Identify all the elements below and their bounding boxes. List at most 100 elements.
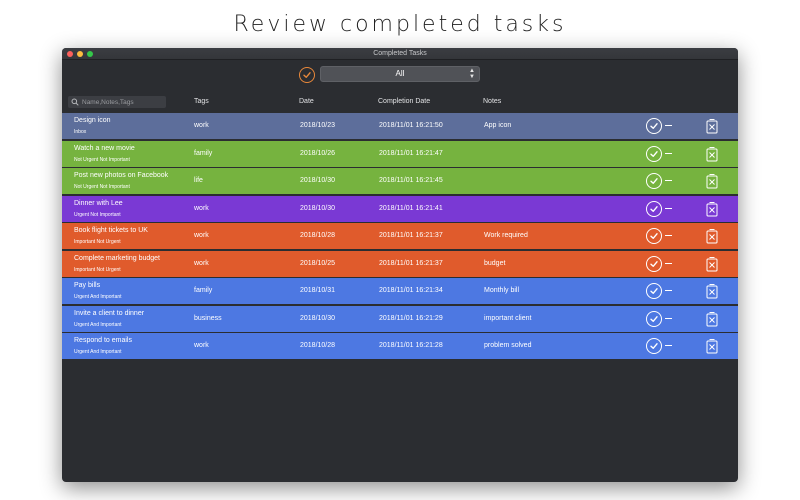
trash-delete-icon[interactable] — [706, 228, 718, 244]
task-date: 2018/10/31 — [300, 287, 336, 294]
window-title: Completed Tasks — [373, 50, 427, 57]
task-notes: important client — [484, 314, 532, 322]
task-priority: Important Not Urgent — [74, 239, 121, 245]
dash-icon — [665, 317, 672, 319]
trash-delete-icon[interactable] — [706, 173, 718, 189]
dash-icon — [665, 152, 672, 154]
checkmark-circle-icon[interactable] — [646, 118, 662, 134]
task-completion-date: 2018/11/01 16:21:45 — [379, 177, 443, 184]
task-date: 2018/10/28 — [300, 232, 336, 239]
task-tags: work — [194, 259, 209, 267]
checkmark-circle-icon[interactable] — [646, 200, 662, 217]
task-title: Pay bills — [74, 282, 101, 289]
task-row[interactable]: Invite a client to dinner Urgent And Imp… — [62, 305, 738, 332]
toolbar: All ▲ ▼ — [62, 60, 738, 90]
task-title: Respond to emails — [74, 337, 132, 344]
task-completion-date: 2018/11/01 16:21:34 — [379, 287, 443, 294]
task-notes: budget — [484, 259, 506, 267]
window-titlebar: Completed Tasks — [62, 48, 738, 60]
task-date: 2018/10/30 — [300, 177, 336, 184]
checkmark-circle-icon[interactable] — [646, 145, 662, 162]
task-title: Post new photos on Facebook — [74, 172, 169, 179]
column-header-date[interactable]: Date — [299, 98, 314, 105]
completed-check-icon[interactable] — [299, 67, 315, 83]
checkmark-circle-icon[interactable] — [646, 338, 662, 354]
task-priority: Inbox — [74, 129, 87, 135]
task-title: Watch a new movie — [74, 144, 135, 152]
dash-icon — [665, 180, 672, 182]
task-tags: work — [194, 342, 209, 349]
task-date: 2018/10/30 — [300, 204, 336, 212]
column-header-tags[interactable]: Tags — [194, 98, 209, 105]
task-tags: life — [194, 177, 203, 184]
trash-delete-icon[interactable] — [706, 338, 718, 354]
checkmark-circle-icon[interactable] — [646, 173, 662, 189]
checkmark-circle-icon[interactable] — [646, 228, 662, 244]
dash-icon — [665, 290, 672, 292]
checkmark-circle-icon[interactable] — [646, 310, 662, 327]
task-row[interactable]: Complete marketing budget Important Not … — [62, 250, 738, 277]
task-title: Dinner with Lee — [74, 199, 123, 207]
task-priority: Urgent And Important — [74, 294, 122, 300]
filter-dropdown[interactable]: All ▲ ▼ — [320, 66, 480, 82]
task-tags: business — [194, 314, 222, 322]
trash-delete-icon[interactable] — [706, 311, 718, 327]
task-row[interactable]: Book flight tickets to UK Important Not … — [62, 223, 738, 249]
task-notes: Work required — [484, 232, 528, 239]
dash-icon — [665, 235, 672, 237]
completed-tasks-window: Completed Tasks All ▲▼ Tags Date Complet… — [62, 48, 738, 482]
task-notes: problem solved — [484, 342, 532, 349]
task-row[interactable]: Design icon Inbox work 2018/10/23 2018/1… — [62, 113, 738, 139]
trash-delete-icon[interactable] — [706, 146, 718, 162]
task-row[interactable]: Pay bills Urgent And Important family 20… — [62, 278, 738, 304]
task-notes: App icon — [484, 122, 512, 129]
task-row[interactable]: Respond to emails Urgent And Important w… — [62, 333, 738, 359]
column-header-notes[interactable]: Notes — [483, 98, 501, 105]
dash-icon — [665, 262, 672, 264]
task-date: 2018/10/23 — [300, 122, 336, 129]
task-title: Book flight tickets to UK — [74, 227, 148, 234]
task-completion-date: 2018/11/01 16:21:29 — [379, 314, 443, 322]
trash-delete-icon[interactable] — [706, 201, 718, 217]
table-header: Tags Date Completion Date Notes — [62, 90, 738, 112]
task-tags: work — [194, 204, 209, 212]
task-completion-date: 2018/11/01 16:21:50 — [379, 122, 443, 129]
task-completion-date: 2018/11/01 16:21:41 — [379, 204, 443, 212]
column-header-completion-date[interactable]: Completion Date — [378, 98, 430, 105]
trash-delete-icon[interactable] — [706, 283, 718, 299]
task-row[interactable]: Watch a new movie Not Urgent Not Importa… — [62, 140, 738, 167]
task-title: Invite a client to dinner — [74, 309, 145, 317]
task-tags: work — [194, 122, 209, 129]
search-field[interactable] — [68, 96, 166, 108]
task-tags: family — [194, 149, 213, 157]
task-date: 2018/10/26 — [300, 149, 336, 157]
checkmark-circle-icon[interactable] — [646, 283, 662, 299]
task-priority: Important Not Urgent — [74, 266, 121, 273]
task-completion-date: 2018/11/01 16:21:37 — [379, 259, 443, 267]
search-icon — [71, 98, 79, 106]
task-priority: Not Urgent Not Important — [74, 156, 130, 163]
task-priority: Urgent Not Important — [74, 211, 121, 218]
task-notes: Monthly bill — [484, 287, 520, 294]
task-completion-date: 2018/11/01 16:21:37 — [379, 232, 443, 239]
task-row[interactable]: Dinner with Lee Urgent Not Important wor… — [62, 195, 738, 222]
task-date: 2018/10/25 — [300, 259, 336, 267]
task-title: Design icon — [74, 117, 111, 124]
task-priority: Urgent And Important — [74, 349, 122, 355]
filter-dropdown-value: All — [395, 69, 405, 78]
dash-icon — [665, 345, 672, 347]
chevron-updown-icon: ▲ ▼ — [469, 68, 475, 80]
task-completion-date: 2018/11/01 16:21:47 — [379, 149, 443, 157]
page-headline: Review completed tasks — [233, 12, 567, 37]
task-row[interactable]: Post new photos on Facebook Not Urgent N… — [62, 168, 738, 194]
task-priority: Not Urgent Not Important — [74, 184, 130, 190]
dash-icon — [665, 207, 672, 209]
task-tags: work — [194, 232, 209, 239]
dash-icon — [665, 125, 672, 127]
search-input[interactable] — [82, 96, 164, 108]
trash-delete-icon[interactable] — [706, 256, 718, 272]
task-title: Complete marketing budget — [74, 254, 160, 262]
task-completion-date: 2018/11/01 16:21:28 — [379, 342, 443, 349]
trash-delete-icon[interactable] — [706, 118, 718, 134]
checkmark-circle-icon[interactable] — [646, 255, 662, 272]
